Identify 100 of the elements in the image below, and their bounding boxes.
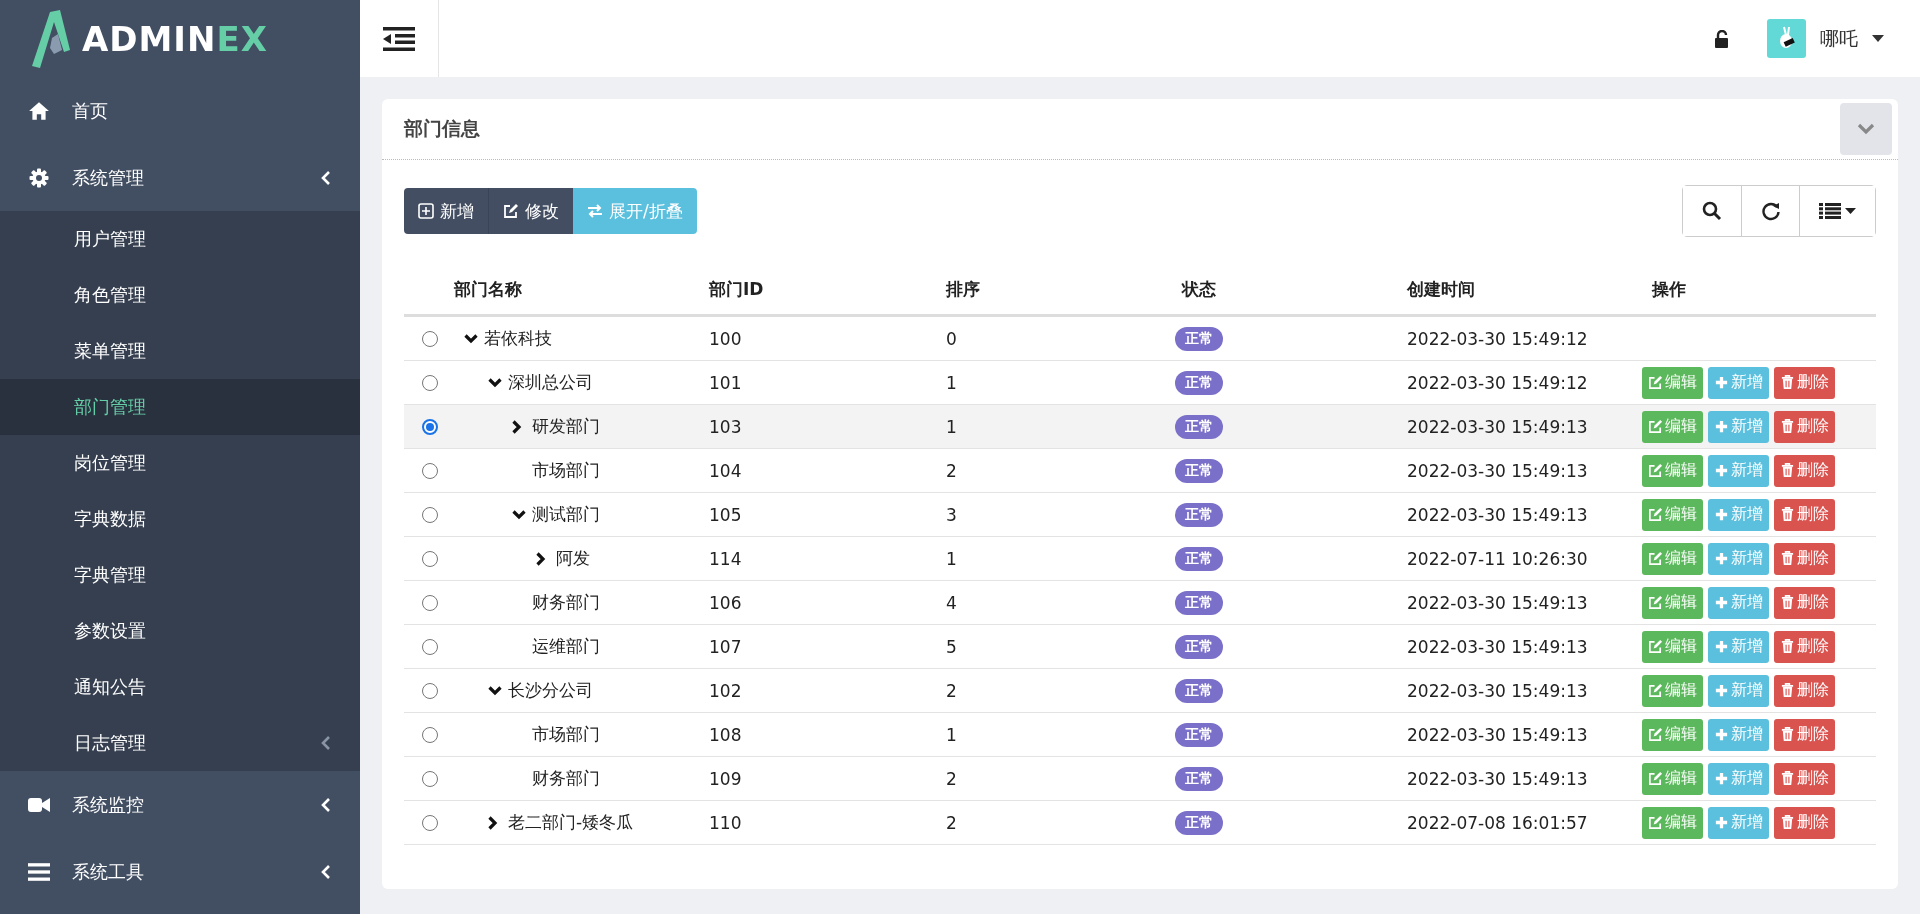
lock-icon[interactable] <box>1714 29 1729 48</box>
submenu-item[interactable]: 字典数据 <box>0 491 360 547</box>
logo-text: ADMINEX <box>82 18 268 59</box>
row-action-button[interactable]: 编辑 <box>1642 806 1703 839</box>
row-action-button[interactable]: 新增 <box>1708 674 1769 707</box>
row-action-button[interactable]: 编辑 <box>1642 410 1703 443</box>
submenu-item[interactable]: 用户管理 <box>0 211 360 267</box>
row-action-button[interactable]: 编辑 <box>1642 498 1703 531</box>
sidebar-item[interactable]: 系统工具 <box>0 838 360 905</box>
status-badge: 正常 <box>1175 414 1223 439</box>
row-action-button[interactable]: 新增 <box>1708 542 1769 575</box>
submenu-item[interactable]: 菜单管理 <box>0 323 360 379</box>
sidebar-item[interactable]: 系统监控 <box>0 771 360 838</box>
row-action-button[interactable]: 新增 <box>1708 498 1769 531</box>
chevron-down-icon[interactable] <box>488 685 502 696</box>
column-header[interactable]: 部门ID <box>709 277 764 301</box>
table-cell-text: 107 <box>709 636 743 657</box>
submenu-item[interactable]: 部门管理 <box>0 379 360 435</box>
row-radio[interactable] <box>422 814 438 831</box>
row-action-button[interactable]: 编辑 <box>1642 674 1703 707</box>
plus-square-icon <box>418 203 434 219</box>
table-cell: 市场部门 <box>532 723 600 746</box>
row-action-button[interactable]: 新增 <box>1708 410 1769 443</box>
columns-button[interactable] <box>1799 186 1875 236</box>
status-badge: 正常 <box>1175 634 1223 659</box>
row-action-button[interactable]: 编辑 <box>1642 454 1703 487</box>
menu-toggle-icon[interactable] <box>383 26 415 51</box>
column-header[interactable]: 创建时间 <box>1279 277 1475 301</box>
status-badge: 正常 <box>1175 590 1223 615</box>
table-cell-text: 108 <box>709 724 743 745</box>
row-radio[interactable] <box>422 682 438 699</box>
row-radio[interactable] <box>422 418 438 435</box>
user-name[interactable]: 哪吒 <box>1820 25 1858 52</box>
chevron-right-icon[interactable] <box>488 815 498 830</box>
row-action-button[interactable]: 删除 <box>1774 454 1835 487</box>
table-cell-text: 2022-03-30 15:49:13 <box>1406 416 1589 437</box>
row-radio[interactable] <box>422 506 438 523</box>
table-cell-text: 0 <box>946 328 958 349</box>
swap-arrows-icon <box>587 203 603 219</box>
row-radio[interactable] <box>422 594 438 611</box>
table-cell-text: 103 <box>709 416 743 437</box>
toolbar-button[interactable]: 展开/折叠 <box>573 188 697 234</box>
row-action-button[interactable]: 新增 <box>1708 586 1769 619</box>
row-action-button[interactable]: 新增 <box>1708 366 1769 399</box>
submenu-item[interactable]: 通知公告 <box>0 659 360 715</box>
submenu-item[interactable]: 角色管理 <box>0 267 360 323</box>
row-radio[interactable] <box>422 550 438 567</box>
row-action-button[interactable]: 新增 <box>1708 806 1769 839</box>
table-cell-text: 5 <box>946 636 958 657</box>
row-radio[interactable] <box>422 638 438 655</box>
row-action-button[interactable]: 删除 <box>1774 498 1835 531</box>
row-action-button[interactable]: 新增 <box>1708 454 1769 487</box>
column-header[interactable]: 排序 <box>946 277 980 301</box>
table-cell-text: 2022-03-30 15:49:12 <box>1406 328 1589 349</box>
submenu-item[interactable]: 日志管理 <box>0 715 360 771</box>
row-action-button[interactable]: 编辑 <box>1642 542 1703 575</box>
submenu-item[interactable]: 字典管理 <box>0 547 360 603</box>
row-action-button[interactable]: 编辑 <box>1642 366 1703 399</box>
row-action-button[interactable]: 新增 <box>1708 718 1769 751</box>
toolbar-button[interactable]: 新增 <box>404 188 489 234</box>
edit-icon <box>1648 463 1663 478</box>
row-action-button[interactable]: 编辑 <box>1642 630 1703 663</box>
row-radio[interactable] <box>422 726 438 743</box>
sidebar-item[interactable]: 首页 <box>0 77 360 144</box>
user-avatar[interactable] <box>1767 19 1806 58</box>
row-action-button[interactable]: 新增 <box>1708 630 1769 663</box>
row-action-button[interactable]: 编辑 <box>1642 762 1703 795</box>
chevron-down-icon[interactable] <box>488 377 502 388</box>
plus-icon <box>1714 507 1729 522</box>
row-action-button[interactable]: 删除 <box>1774 806 1835 839</box>
row-action-button[interactable]: 新增 <box>1708 762 1769 795</box>
row-action-button[interactable]: 删除 <box>1774 542 1835 575</box>
chevron-down-icon[interactable] <box>464 333 478 344</box>
caret-icon[interactable] <box>1872 35 1884 42</box>
row-action-button[interactable]: 删除 <box>1774 366 1835 399</box>
chevron-down-icon[interactable] <box>512 509 526 520</box>
toolbar-button[interactable]: 修改 <box>489 188 573 234</box>
chevron-right-icon[interactable] <box>536 551 546 566</box>
column-header[interactable]: 状态 <box>1182 277 1216 301</box>
row-action-button[interactable]: 编辑 <box>1642 586 1703 619</box>
trash-icon <box>1780 463 1795 478</box>
row-action-button[interactable]: 删除 <box>1774 630 1835 663</box>
table-cell-text: 1 <box>946 372 958 393</box>
row-radio[interactable] <box>422 462 438 479</box>
row-radio[interactable] <box>422 330 438 347</box>
submenu-item[interactable]: 岗位管理 <box>0 435 360 491</box>
row-radio[interactable] <box>422 374 438 391</box>
row-action-button[interactable]: 编辑 <box>1642 718 1703 751</box>
row-action-button[interactable]: 删除 <box>1774 718 1835 751</box>
row-action-button[interactable]: 删除 <box>1774 674 1835 707</box>
column-header[interactable]: 部门名称 <box>454 277 522 301</box>
column-header[interactable]: 操作 <box>1629 277 1686 301</box>
submenu-item[interactable]: 参数设置 <box>0 603 360 659</box>
chevron-right-icon[interactable] <box>512 419 522 434</box>
row-radio[interactable] <box>422 770 438 787</box>
row-action-button[interactable]: 删除 <box>1774 410 1835 443</box>
sidebar-item[interactable]: 系统管理 <box>0 144 360 211</box>
row-action-button[interactable]: 删除 <box>1774 586 1835 619</box>
status-badge: 正常 <box>1175 502 1223 527</box>
row-action-button[interactable]: 删除 <box>1774 762 1835 795</box>
